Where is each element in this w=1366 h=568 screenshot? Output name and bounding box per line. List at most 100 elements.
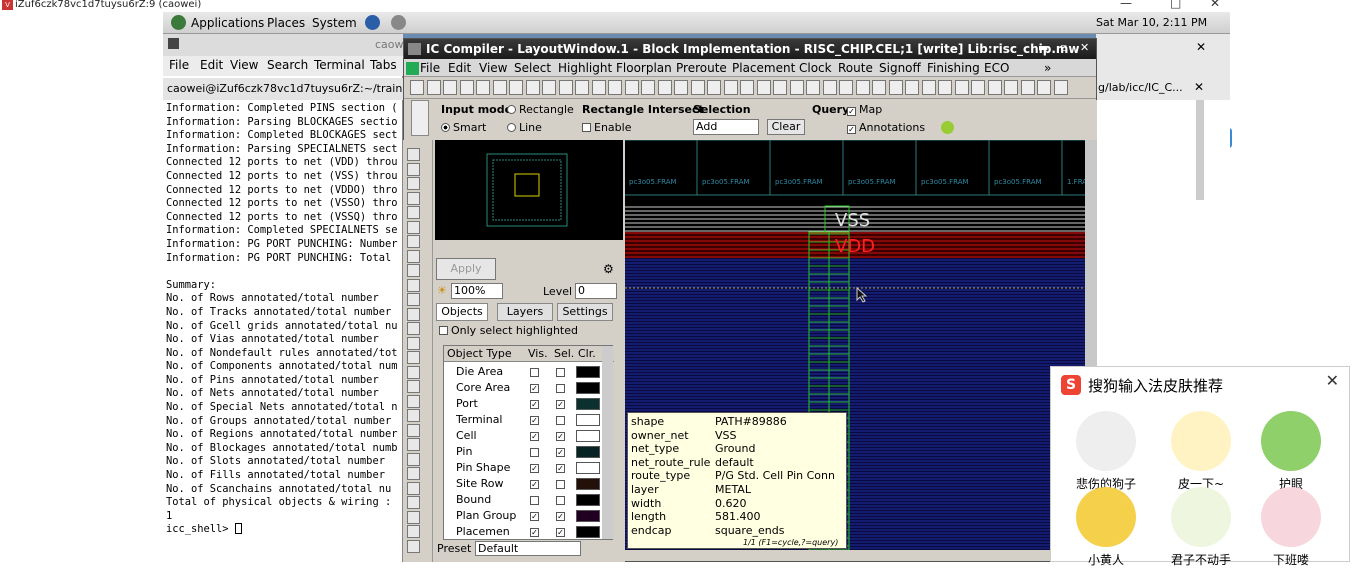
terminal-menu-view[interactable]: View bbox=[230, 58, 258, 72]
toolbar-button-icon[interactable] bbox=[954, 80, 969, 95]
vertical-tool-icon[interactable] bbox=[407, 525, 420, 538]
header-clr[interactable]: Clr. bbox=[578, 347, 596, 360]
skin-thumbnail[interactable] bbox=[1171, 411, 1231, 471]
selectable-checkbox[interactable] bbox=[556, 480, 565, 489]
visible-checkbox[interactable]: ✓ bbox=[530, 528, 539, 537]
tab-settings[interactable]: Settings bbox=[557, 303, 613, 321]
toolbar-button-icon[interactable] bbox=[591, 80, 606, 95]
vertical-tool-icon[interactable] bbox=[407, 496, 420, 509]
vertical-tool-icon[interactable] bbox=[407, 423, 420, 437]
selectable-checkbox[interactable]: ✓ bbox=[556, 448, 565, 457]
maximize-button[interactable]: □ bbox=[1170, 0, 1181, 9]
selectable-checkbox[interactable] bbox=[556, 368, 565, 377]
vertical-tool-icon[interactable] bbox=[407, 264, 420, 277]
skin-label[interactable]: 下班喽 bbox=[1246, 551, 1336, 568]
menu-clock[interactable]: Clock bbox=[799, 61, 832, 75]
sogou-close-button[interactable]: ✕ bbox=[1326, 371, 1339, 390]
vertical-tool-icon[interactable] bbox=[407, 307, 420, 321]
table-row[interactable]: Site Row ✓ bbox=[444, 476, 614, 492]
visible-checkbox[interactable]: ✓ bbox=[530, 384, 539, 393]
vertical-tool-icon[interactable] bbox=[407, 249, 420, 263]
toolbar-button-icon[interactable] bbox=[789, 80, 804, 95]
toolbar-button-icon[interactable] bbox=[938, 80, 952, 95]
toolbar-button-icon[interactable] bbox=[707, 80, 721, 95]
toolbar-button-icon[interactable] bbox=[525, 80, 540, 95]
menu-route[interactable]: Route bbox=[838, 61, 873, 75]
browser-icon[interactable] bbox=[365, 15, 380, 30]
skin-thumbnail[interactable] bbox=[1261, 487, 1321, 547]
select-arrow-icon[interactable] bbox=[411, 100, 429, 136]
table-row[interactable]: Port ✓ ✓ bbox=[444, 396, 614, 412]
vertical-tool-icon[interactable] bbox=[407, 452, 420, 466]
menu-view[interactable]: View bbox=[479, 61, 507, 75]
color-swatch[interactable] bbox=[576, 494, 600, 506]
toolbar-button-icon[interactable] bbox=[921, 80, 936, 95]
selectable-checkbox[interactable]: ✓ bbox=[556, 400, 565, 409]
selectable-checkbox[interactable] bbox=[556, 384, 565, 393]
enable-checkbox[interactable]: Enable bbox=[582, 121, 631, 134]
minimize-button[interactable]: — bbox=[1120, 0, 1132, 9]
toolbar-button-icon[interactable] bbox=[542, 80, 556, 95]
sogou-skin-popup[interactable]: S 搜狗输入法皮肤推荐 ✕ 悲伤的狗子 皮一下~ 护眼 小黄人 君子不动手 下班喽 bbox=[1050, 366, 1350, 567]
table-scrollbar[interactable] bbox=[602, 346, 613, 539]
toolbar-button-icon[interactable] bbox=[839, 80, 853, 95]
overview-minimap[interactable] bbox=[435, 140, 623, 240]
header-vis[interactable]: Vis. bbox=[528, 347, 548, 360]
toolbar-button-icon[interactable] bbox=[773, 80, 787, 95]
toolbar-button-icon[interactable] bbox=[426, 80, 441, 95]
tab-close-icon[interactable]: ✕ bbox=[1194, 80, 1204, 94]
toolbar-button-icon[interactable] bbox=[608, 80, 622, 95]
vertical-tool-icon[interactable] bbox=[407, 481, 420, 495]
toolbar-button-icon[interactable] bbox=[822, 80, 837, 95]
vertical-tool-icon[interactable] bbox=[407, 351, 420, 364]
annotations-checkbox[interactable]: ✓ Annotations bbox=[847, 121, 925, 134]
color-swatch[interactable] bbox=[576, 526, 600, 538]
scrollbar[interactable] bbox=[1196, 100, 1204, 200]
visible-checkbox[interactable]: ✓ bbox=[530, 512, 539, 521]
skin-label[interactable]: 小黄人 bbox=[1061, 551, 1151, 568]
menu-select[interactable]: Select bbox=[514, 61, 551, 75]
vertical-tool-icon[interactable] bbox=[407, 539, 420, 553]
map-checkbox[interactable]: ✓ Map bbox=[847, 103, 882, 116]
settings-gear-icon[interactable]: ⚙ bbox=[603, 262, 614, 276]
toolbar-button-icon[interactable] bbox=[641, 80, 655, 95]
menu-highlight[interactable]: Highlight bbox=[558, 61, 612, 75]
table-row[interactable]: Plan Group ✓ ✓ bbox=[444, 508, 614, 524]
menu-finishing[interactable]: Finishing bbox=[927, 61, 980, 75]
visible-checkbox[interactable]: ✓ bbox=[530, 400, 539, 409]
vertical-tool-icon[interactable] bbox=[407, 278, 420, 292]
visible-checkbox[interactable]: ✓ bbox=[530, 416, 539, 425]
vertical-tool-icon[interactable] bbox=[407, 380, 420, 393]
menu-more-icon[interactable]: » bbox=[1044, 61, 1051, 75]
table-row[interactable]: Core Area ✓ bbox=[444, 380, 614, 396]
color-swatch[interactable] bbox=[576, 478, 600, 490]
toolbar-button-icon[interactable] bbox=[492, 80, 507, 95]
zoom-dropdown[interactable]: 100% bbox=[451, 283, 503, 299]
menu-signoff[interactable]: Signoff bbox=[879, 61, 921, 75]
terminal-menu-file[interactable]: File bbox=[169, 58, 189, 72]
smart-radio[interactable]: Smart bbox=[441, 121, 486, 134]
preset-dropdown[interactable]: Default bbox=[475, 541, 581, 556]
toolbar-button-icon[interactable] bbox=[855, 80, 870, 95]
vertical-tool-icon[interactable] bbox=[407, 438, 420, 451]
apply-button[interactable]: Apply bbox=[436, 258, 496, 280]
selectable-checkbox[interactable]: ✓ bbox=[556, 432, 565, 441]
selectable-checkbox[interactable] bbox=[556, 416, 565, 425]
table-row[interactable]: Pin ✓ bbox=[444, 444, 614, 460]
toolbar-button-icon[interactable] bbox=[872, 80, 886, 95]
system-menu[interactable]: System bbox=[312, 16, 357, 30]
help-icon[interactable] bbox=[941, 121, 954, 134]
selection-dropdown[interactable]: Add bbox=[693, 119, 759, 135]
vertical-tool-icon[interactable] bbox=[407, 336, 420, 350]
visible-checkbox[interactable] bbox=[530, 448, 539, 457]
toolbar-button-icon[interactable] bbox=[905, 80, 919, 95]
vertical-tool-icon[interactable] bbox=[407, 394, 420, 408]
vertical-tool-icon[interactable] bbox=[407, 235, 420, 248]
table-row[interactable]: Terminal ✓ bbox=[444, 412, 614, 428]
skin-thumbnail[interactable] bbox=[1076, 411, 1136, 471]
icc-minimize-button[interactable]: ▬ bbox=[1038, 41, 1048, 54]
vertical-tool-icon[interactable] bbox=[407, 220, 420, 234]
toolbar-button-icon[interactable] bbox=[575, 80, 589, 95]
skin-thumbnail[interactable] bbox=[1261, 411, 1321, 471]
toolbar-button-icon[interactable] bbox=[509, 80, 523, 95]
